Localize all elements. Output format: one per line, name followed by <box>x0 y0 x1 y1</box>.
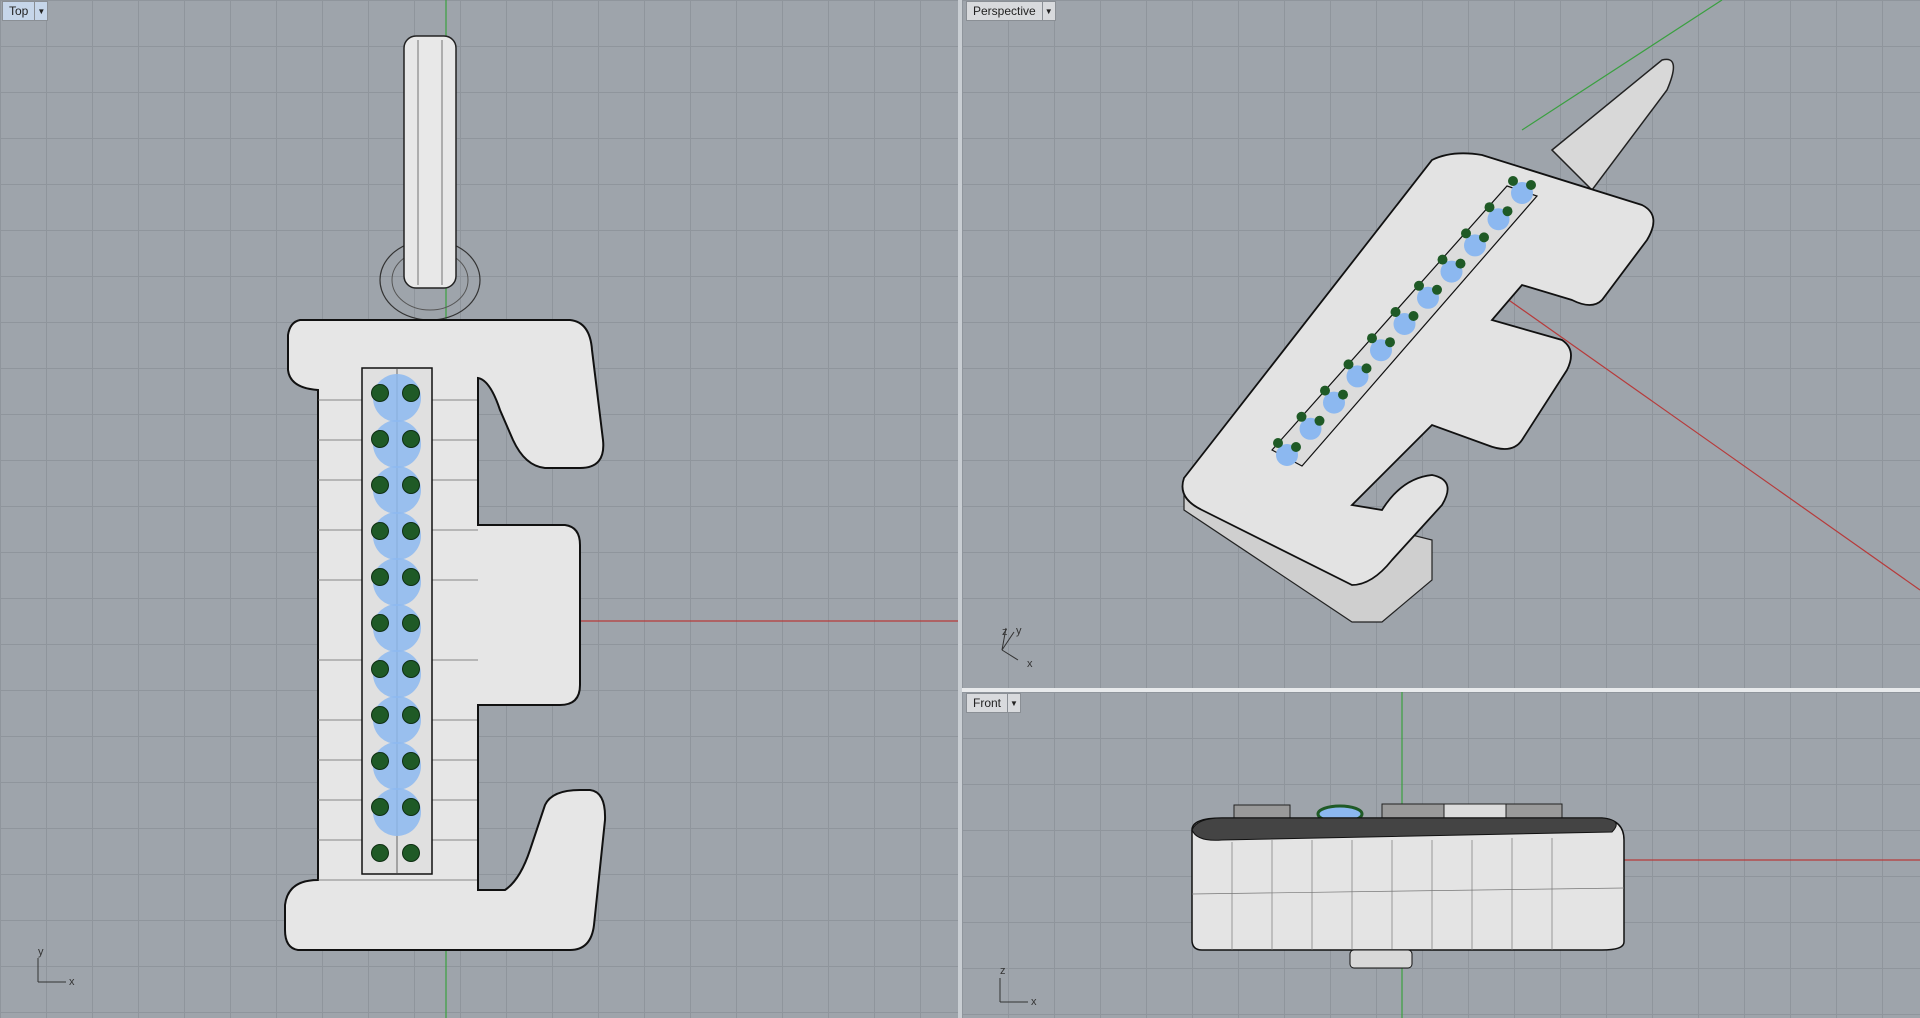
prong <box>402 706 420 724</box>
prong <box>1508 176 1518 186</box>
front-scene: z x <box>999 692 1920 1018</box>
axis-x-label: x <box>1031 996 1037 1008</box>
front-viewport-tab[interactable]: Front ▼ <box>966 693 1022 713</box>
viewport-title: Front <box>973 696 1002 710</box>
letter-e-body <box>284 319 607 951</box>
prong <box>1273 438 1283 448</box>
prong <box>1367 333 1377 344</box>
prong <box>402 522 420 540</box>
prong <box>402 798 420 816</box>
prong <box>371 476 389 494</box>
prong <box>402 568 420 586</box>
prong <box>402 476 420 494</box>
prong <box>1291 442 1301 452</box>
prong <box>1479 232 1489 243</box>
prong <box>371 660 389 678</box>
prong <box>371 614 389 632</box>
prong <box>402 660 420 678</box>
chevron-down-icon[interactable]: ▼ <box>34 2 47 20</box>
prong <box>371 752 389 770</box>
prong <box>402 430 420 448</box>
prong <box>402 844 420 862</box>
letter-e-top <box>1181 152 1655 586</box>
prong <box>1455 258 1466 269</box>
prong <box>1484 202 1495 213</box>
chevron-down-icon[interactable]: ▼ <box>1007 694 1020 712</box>
prong <box>1461 228 1471 239</box>
prong <box>1390 307 1401 317</box>
viewport-title: Perspective <box>973 4 1036 18</box>
axis-x-label: x <box>69 976 75 988</box>
top-viewport[interactable]: Top ▼ y x <box>0 0 958 1018</box>
perspective-viewport[interactable]: Perspective ▼ z y x <box>962 0 1920 688</box>
axis-x-label: x <box>1027 658 1033 670</box>
chevron-down-icon[interactable]: ▼ <box>1041 2 1055 20</box>
front-viewport[interactable]: Front ▼ z x <box>962 692 1920 1018</box>
prong <box>402 384 420 402</box>
prong <box>371 384 389 402</box>
prong <box>371 706 389 724</box>
viewport-title: Top <box>9 4 29 18</box>
prong <box>1437 254 1448 265</box>
perspective-viewport-tab[interactable]: Perspective ▼ <box>966 1 1056 21</box>
prong <box>1343 359 1354 370</box>
axis-z-label: z <box>1000 965 1006 977</box>
prong <box>371 568 389 586</box>
top-viewport-tab[interactable]: Top ▼ <box>2 1 49 21</box>
prong <box>371 430 389 448</box>
axis-z-label: z <box>1002 626 1008 638</box>
perspective-scene: z y x <box>1001 0 1920 670</box>
prong <box>1526 180 1536 190</box>
prong <box>371 798 389 816</box>
axis-y-label: y <box>38 946 44 958</box>
prong <box>1385 337 1395 348</box>
axis-y-label: y <box>1016 625 1022 637</box>
prong <box>1414 280 1424 291</box>
prong <box>402 614 420 632</box>
prong <box>1296 411 1307 422</box>
prong <box>402 752 420 770</box>
prong <box>1338 389 1348 400</box>
prong <box>1408 311 1419 321</box>
prong <box>1502 206 1513 217</box>
bail-loop <box>1550 58 1675 192</box>
top-scene: y x <box>37 0 958 1018</box>
prong <box>1314 415 1325 426</box>
prong <box>371 522 389 540</box>
prong <box>1320 385 1330 396</box>
prong <box>1432 284 1442 295</box>
prong <box>371 844 389 862</box>
bail-loop <box>403 35 457 289</box>
prong <box>1361 363 1372 374</box>
